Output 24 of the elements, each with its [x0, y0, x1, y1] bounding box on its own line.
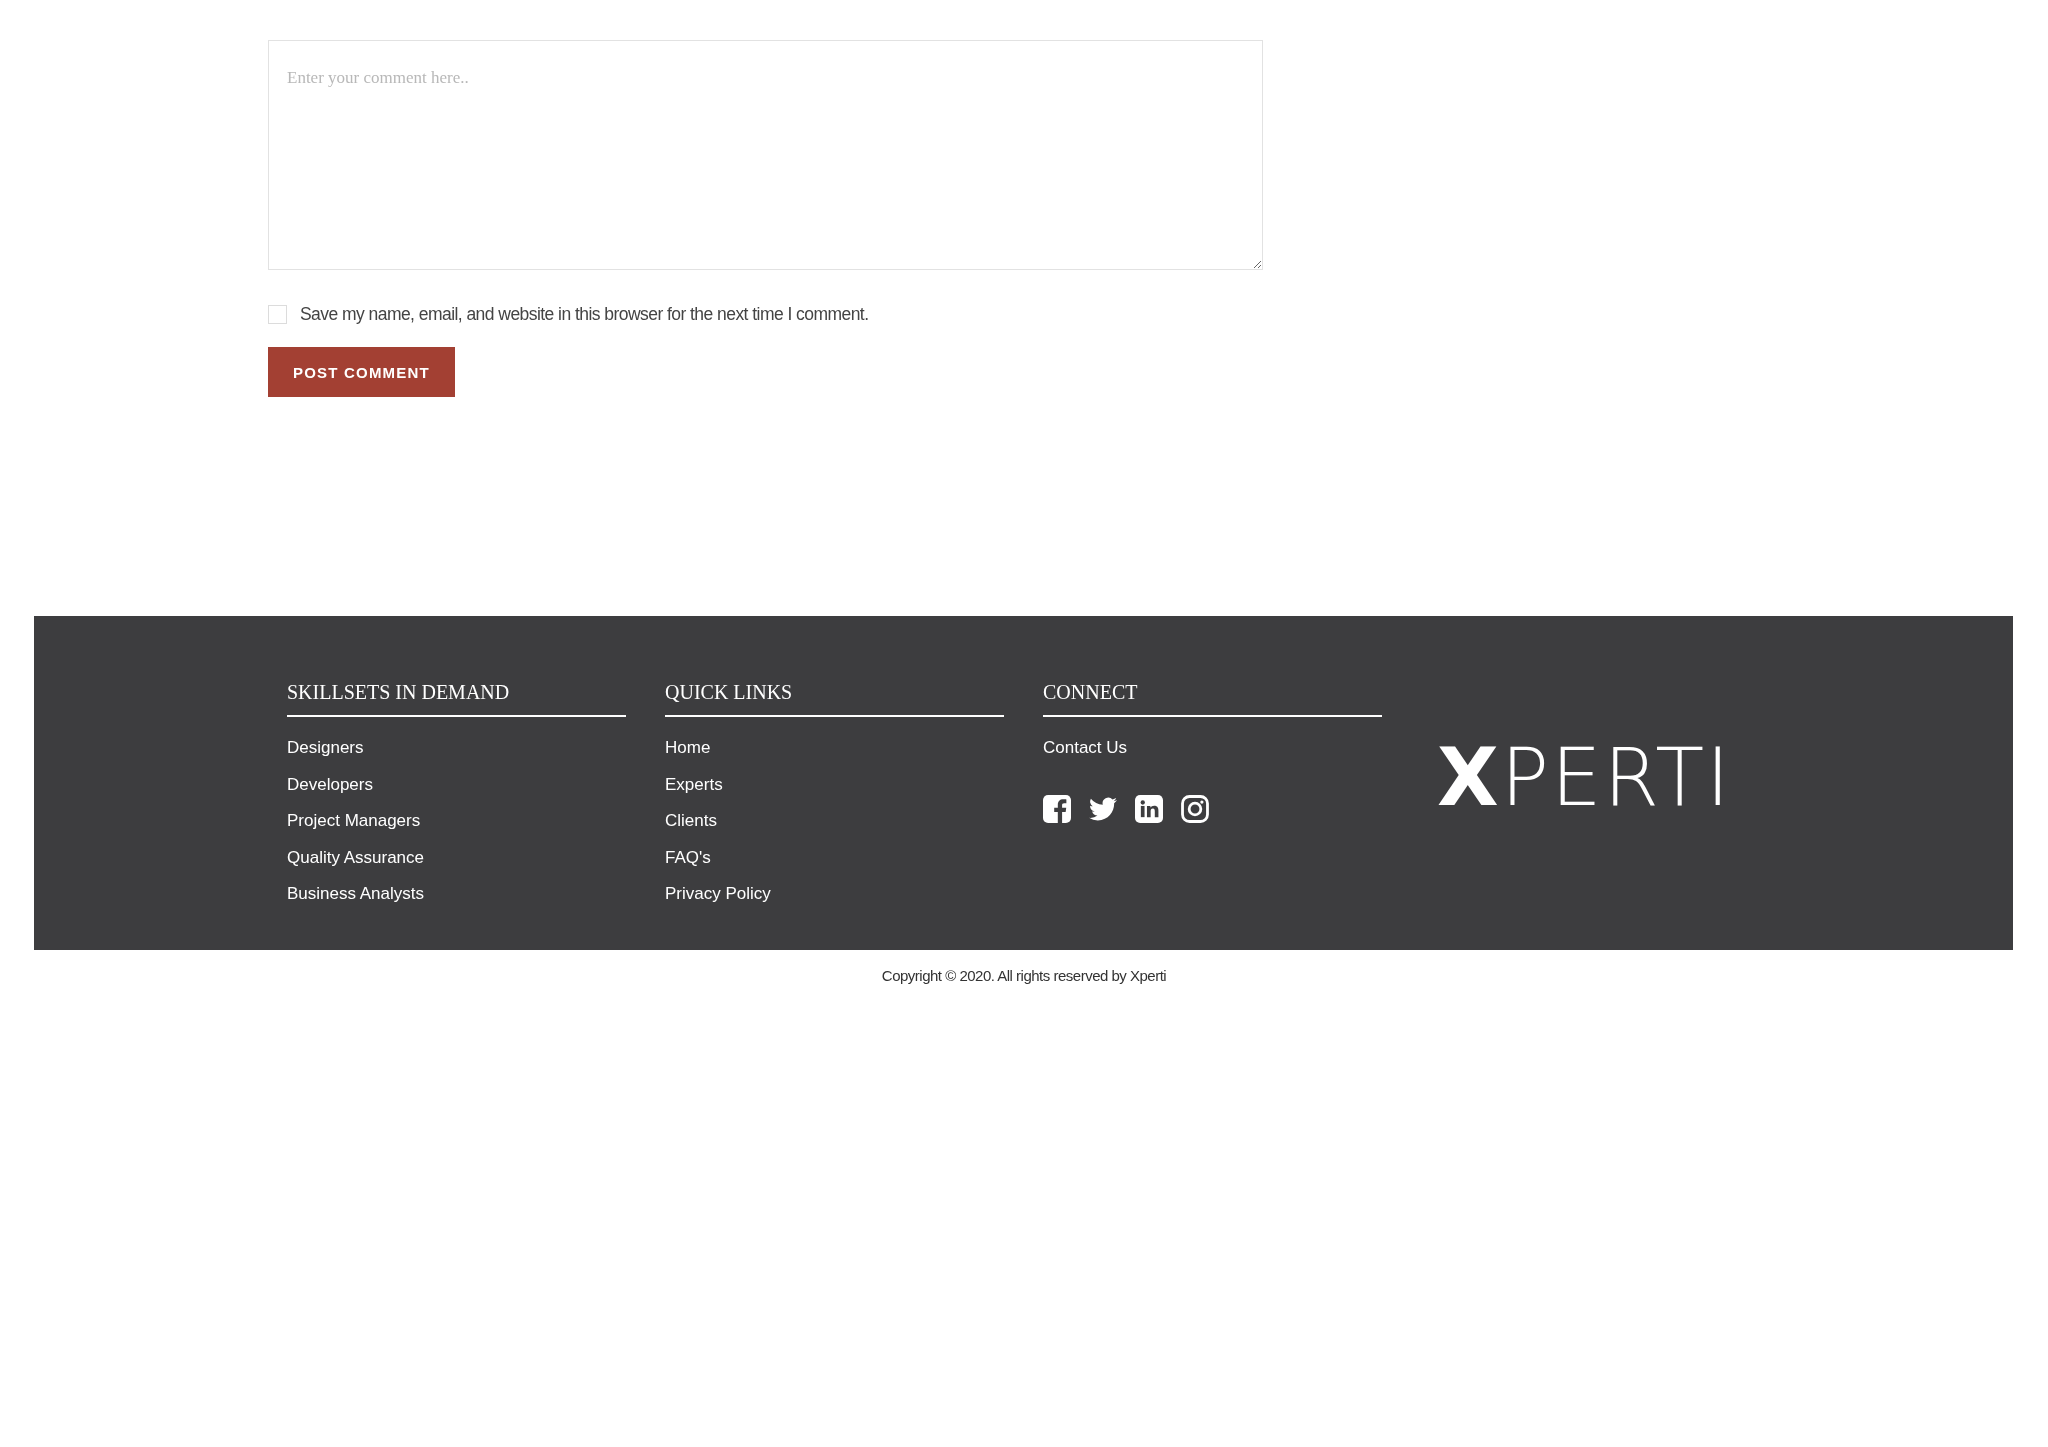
column-heading: QUICK LINKS	[665, 680, 793, 704]
footer-link[interactable]: Quality Assurance	[287, 846, 424, 869]
footer-link[interactable]: Experts	[665, 773, 723, 796]
column-heading: SKILLSETS IN DEMAND	[287, 680, 510, 704]
brand-logo: XPERTI	[1437, 738, 1732, 818]
column-heading: CONNECT	[1043, 680, 1138, 704]
save-info-label: Save my name, email, and website in this browser for the next time I comment.	[300, 303, 869, 325]
post-comment-button[interactable]: POST COMMENT	[268, 347, 455, 397]
footer-link[interactable]: Privacy Policy	[665, 883, 771, 905]
twitter-bird-icon[interactable]	[1089, 795, 1117, 823]
footer-link[interactable]: Developers	[287, 773, 373, 796]
comment-field[interactable]: Enter your comment here..	[268, 40, 1263, 270]
footer-link[interactable]: Business Analysts	[287, 883, 424, 905]
footer-link[interactable]: Home	[665, 737, 711, 759]
footer-link[interactable]: Clients	[665, 810, 717, 832]
copyright-text: Copyright © 2020. All rights reserved by Xperti	[881, 966, 1167, 986]
instagram-icon[interactable]	[1181, 795, 1209, 823]
footer-link[interactable]: Project Managers	[287, 810, 421, 832]
footer-link[interactable]: FAQ's	[665, 846, 711, 869]
footer-link[interactable]: Contact Us	[1043, 737, 1128, 759]
save-info-checkbox[interactable]	[268, 304, 287, 324]
linkedin-icon[interactable]	[1135, 795, 1163, 823]
footer-link[interactable]: Designers	[287, 737, 364, 759]
facebook-icon[interactable]	[1043, 795, 1071, 823]
